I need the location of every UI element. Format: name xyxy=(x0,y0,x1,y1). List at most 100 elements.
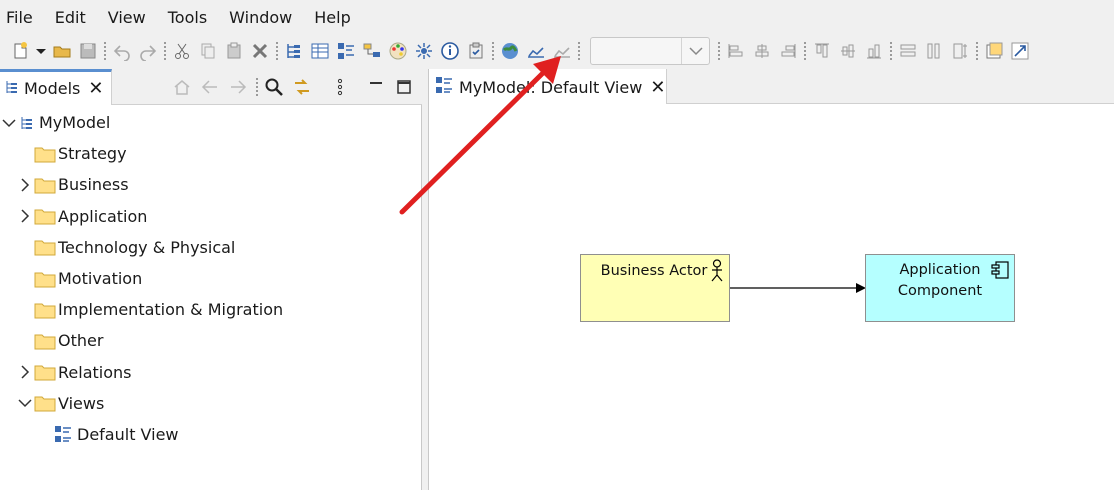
tree-item-label: Strategy xyxy=(58,144,127,164)
fill-colour-icon[interactable] xyxy=(982,39,1006,63)
tree-item-label: Views xyxy=(58,393,105,413)
tree-item-label: Application xyxy=(58,206,148,226)
tree-item-views[interactable]: Views xyxy=(0,388,420,419)
redo-icon[interactable] xyxy=(136,39,160,63)
back-icon[interactable] xyxy=(198,75,222,99)
tree-item-relations[interactable]: Relations xyxy=(0,357,420,388)
match-height-icon[interactable] xyxy=(922,39,946,63)
view-menu-icon[interactable] xyxy=(328,75,352,99)
menu-edit[interactable]: Edit xyxy=(55,8,98,27)
tree-item-implementation-migration[interactable]: Implementation & Migration xyxy=(0,294,420,325)
folder-icon xyxy=(34,175,56,195)
connection-icon[interactable] xyxy=(1008,39,1032,63)
tree-item-application[interactable]: Application xyxy=(0,201,420,232)
menu-help[interactable]: Help xyxy=(314,8,362,27)
toolbar-separator xyxy=(576,39,584,63)
folder-icon xyxy=(34,393,56,413)
component-icon xyxy=(991,261,1009,279)
tree-item-strategy[interactable]: Strategy xyxy=(0,138,420,169)
align-bottom-icon[interactable] xyxy=(862,39,886,63)
align-top-icon[interactable] xyxy=(810,39,834,63)
tab-default-view-label: MyModel: Default View xyxy=(459,77,643,97)
open-folder-icon[interactable] xyxy=(50,39,74,63)
toolbar-separator xyxy=(162,39,170,63)
business-actor-label: Business Actor xyxy=(600,263,708,279)
navigator-icon[interactable] xyxy=(360,39,384,63)
tree-item-technology-physical[interactable]: Technology & Physical xyxy=(0,232,420,263)
hints-icon[interactable] xyxy=(412,39,436,63)
tree-item-default-view[interactable]: Default View xyxy=(0,419,420,450)
validator-icon[interactable] xyxy=(464,39,488,63)
folder-icon xyxy=(34,362,56,382)
diagram-editor: MyModel: Default View ✕ Business Actor A… xyxy=(428,69,1114,490)
tab-models[interactable]: Models ✕ xyxy=(0,69,112,105)
align-left-icon[interactable] xyxy=(724,39,748,63)
business-actor-element[interactable]: Business Actor xyxy=(580,254,730,322)
toolbar-separator xyxy=(274,39,282,63)
minimize-icon[interactable] xyxy=(364,75,388,99)
tree-item-mymodel[interactable]: MyModel xyxy=(0,107,420,138)
cut-icon[interactable] xyxy=(170,39,194,63)
zoom-combo[interactable] xyxy=(590,37,710,65)
default-size-icon[interactable] xyxy=(948,39,972,63)
application-component-label-line2: Component xyxy=(897,283,983,299)
tree-item-business[interactable]: Business xyxy=(0,169,420,200)
export-chart-icon[interactable] xyxy=(550,39,574,63)
chart-icon[interactable] xyxy=(524,39,548,63)
chevron-down-icon[interactable] xyxy=(18,396,32,410)
outline-icon[interactable] xyxy=(334,39,358,63)
palette-icon[interactable] xyxy=(386,39,410,63)
menu-file[interactable]: File xyxy=(6,8,45,27)
properties-icon[interactable] xyxy=(308,39,332,63)
menu-bar: File Edit View Tools Window Help xyxy=(0,0,1114,34)
info-icon[interactable] xyxy=(438,39,462,63)
models-tree-icon[interactable] xyxy=(282,39,306,63)
folder-icon xyxy=(34,206,56,226)
visualiser-icon[interactable] xyxy=(498,39,522,63)
menu-window[interactable]: Window xyxy=(229,8,304,27)
model-icon xyxy=(19,113,41,133)
models-panel: Models ✕ MyModel Strategy Business Appli… xyxy=(0,69,422,490)
chevron-down-icon[interactable] xyxy=(2,116,16,130)
forward-icon[interactable] xyxy=(226,75,250,99)
toolbar-separator xyxy=(254,75,262,99)
new-icon[interactable] xyxy=(8,39,32,63)
close-icon[interactable]: ✕ xyxy=(650,77,665,98)
models-panel-tabbar: Models ✕ xyxy=(0,69,422,105)
application-component-element[interactable]: Application Component xyxy=(865,254,1015,322)
dropdown-arrow-icon[interactable] xyxy=(34,39,48,63)
diagram-canvas[interactable]: Business Actor Application Component xyxy=(429,104,1114,490)
paste-icon[interactable] xyxy=(222,39,246,63)
search-icon[interactable] xyxy=(262,75,286,99)
main-toolbar xyxy=(0,34,1114,68)
toolbar-separator xyxy=(716,39,724,63)
close-icon[interactable]: ✕ xyxy=(88,78,103,99)
tree-item-other[interactable]: Other xyxy=(0,325,420,356)
actor-icon xyxy=(711,259,723,282)
folder-icon xyxy=(34,237,56,257)
view-icon xyxy=(54,424,76,444)
undo-icon[interactable] xyxy=(110,39,134,63)
model-tree: MyModel Strategy Business Application Te… xyxy=(0,107,420,450)
maximize-icon[interactable] xyxy=(392,75,416,99)
home-icon[interactable] xyxy=(170,75,194,99)
chevron-down-icon[interactable] xyxy=(681,38,709,64)
align-center-icon[interactable] xyxy=(750,39,774,63)
tree-item-label: Implementation & Migration xyxy=(58,300,284,320)
chevron-right-icon[interactable] xyxy=(18,209,32,223)
chevron-right-icon[interactable] xyxy=(18,178,32,192)
match-width-icon[interactable] xyxy=(896,39,920,63)
chevron-right-icon[interactable] xyxy=(18,365,32,379)
copy-icon[interactable] xyxy=(196,39,220,63)
delete-icon[interactable] xyxy=(248,39,272,63)
tree-item-label: Business xyxy=(58,175,129,195)
menu-view[interactable]: View xyxy=(108,8,158,27)
link-to-editor-icon[interactable] xyxy=(290,75,314,99)
align-right-icon[interactable] xyxy=(776,39,800,63)
tree-item-motivation[interactable]: Motivation xyxy=(0,263,420,294)
save-icon[interactable] xyxy=(76,39,100,63)
tab-default-view[interactable]: MyModel: Default View ✕ xyxy=(429,69,667,105)
align-middle-icon[interactable] xyxy=(836,39,860,63)
menu-tools[interactable]: Tools xyxy=(168,8,219,27)
tree-item-label: Default View xyxy=(77,424,179,444)
